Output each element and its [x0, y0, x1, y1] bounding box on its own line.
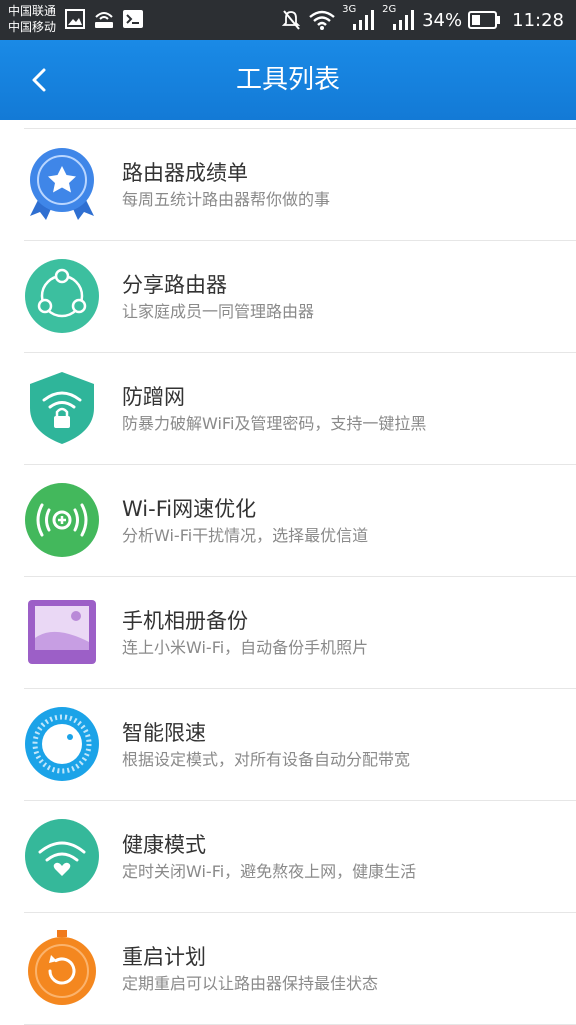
tool-title: 重启计划: [122, 945, 206, 969]
signal-sim2: 2G: [382, 4, 416, 32]
wifi-heart-icon: [25, 819, 99, 893]
carrier-2: 中国移动: [8, 20, 57, 34]
tool-item-anti-theft[interactable]: 防蹭网 防暴力破解WiFi及管理密码，支持一键拉黑: [24, 353, 576, 465]
tool-desc: 定时关闭Wi-Fi，避免熬夜上网，健康生活: [122, 862, 417, 881]
tool-item-photo-backup[interactable]: 手机相册备份 连上小米Wi-Fi，自动备份手机照片: [24, 577, 576, 689]
tool-title: 分享路由器: [122, 273, 227, 297]
tool-title: 防蹭网: [122, 385, 185, 409]
tool-desc: 定期重启可以让路由器保持最佳状态: [122, 974, 379, 993]
signal-bars-icon: [353, 10, 375, 30]
signal-bars-icon: [393, 10, 415, 30]
tool-item-health-mode[interactable]: 健康模式 定时关闭Wi-Fi，避免熬夜上网，健康生活: [24, 801, 576, 913]
tool-title: 智能限速: [122, 721, 206, 745]
badge-star-icon: [30, 148, 94, 220]
tool-text: 重启计划 定期重启可以让路由器保持最佳状态: [122, 943, 482, 995]
tool-text: 手机相册备份 连上小米Wi-Fi，自动备份手机照片: [122, 607, 482, 659]
tool-desc: 连上小米Wi-Fi，自动备份手机照片: [122, 638, 369, 657]
terminal-icon: [123, 10, 143, 28]
tool-item-share[interactable]: 分享路由器 让家庭成员一同管理路由器: [24, 241, 576, 353]
tool-desc: 让家庭成员一同管理路由器: [122, 302, 315, 321]
router-icon: [95, 12, 113, 28]
tool-desc: 分析Wi-Fi干扰情况，选择最优信道: [122, 526, 369, 545]
wifi-shield-lock-icon: [30, 372, 94, 444]
image-icon: [65, 9, 85, 29]
tool-text: 分享路由器 让家庭成员一同管理路由器: [122, 271, 482, 323]
tool-title: 手机相册备份: [122, 609, 248, 633]
tool-item-report[interactable]: 路由器成绩单 每周五统计路由器帮你做的事: [24, 129, 576, 241]
tool-item-wifi-optimize[interactable]: Wi-Fi网速优化 分析Wi-Fi干扰情况，选择最优信道: [24, 465, 576, 577]
tool-desc: 防暴力破解WiFi及管理密码，支持一键拉黑: [122, 414, 427, 433]
tool-desc: 根据设定模式，对所有设备自动分配带宽: [122, 750, 411, 769]
tool-list: 路由器成绩单 每周五统计路由器帮你做的事 分享路由器 让家庭成员一同管理路由器 …: [0, 120, 576, 1025]
signal-sim1: 3G: [342, 4, 376, 32]
clock: 11:28: [512, 9, 564, 31]
carrier-1: 中国联通: [8, 4, 57, 18]
status-bar: 中国联通 中国移动 3G 2G 34% 11:28: [0, 0, 576, 40]
page-title: 工具列表: [235, 65, 340, 95]
photo-album-icon: [28, 600, 96, 664]
tool-text: 智能限速 根据设定模式，对所有设备自动分配带宽: [122, 719, 482, 771]
tool-text: 路由器成绩单 每周五统计路由器帮你做的事: [122, 159, 482, 211]
restart-timer-icon: [28, 930, 96, 1005]
status-right: 3G 2G 34% 11:28: [280, 4, 564, 32]
battery-percent: 34%: [422, 9, 463, 31]
tool-item-restart-plan[interactable]: 重启计划 定期重启可以让路由器保持最佳状态: [24, 913, 576, 1025]
tool-desc: 每周五统计路由器帮你做的事: [122, 190, 331, 209]
tool-text: 防蹭网 防暴力破解WiFi及管理密码，支持一键拉黑: [122, 383, 482, 435]
tool-title: 路由器成绩单: [122, 161, 248, 185]
signal-optimize-icon: [25, 483, 99, 557]
battery-icon: [468, 11, 501, 29]
tool-text: 健康模式 定时关闭Wi-Fi，避免熬夜上网，健康生活: [122, 831, 482, 883]
tool-title: 健康模式: [122, 833, 206, 857]
carrier-labels: 中国联通 中国移动: [8, 3, 56, 35]
tool-text: Wi-Fi网速优化 分析Wi-Fi干扰情况，选择最优信道: [122, 495, 482, 547]
mute-icon: [281, 10, 301, 30]
tool-item-speed-limit[interactable]: 智能限速 根据设定模式，对所有设备自动分配带宽: [24, 689, 576, 801]
wifi-icon: [309, 10, 335, 30]
app-bar: 工具列表: [0, 40, 576, 120]
list-divider: [24, 120, 576, 129]
tool-title: Wi-Fi网速优化: [122, 497, 257, 521]
share-icon: [25, 259, 99, 333]
speed-dial-icon: [25, 707, 99, 781]
